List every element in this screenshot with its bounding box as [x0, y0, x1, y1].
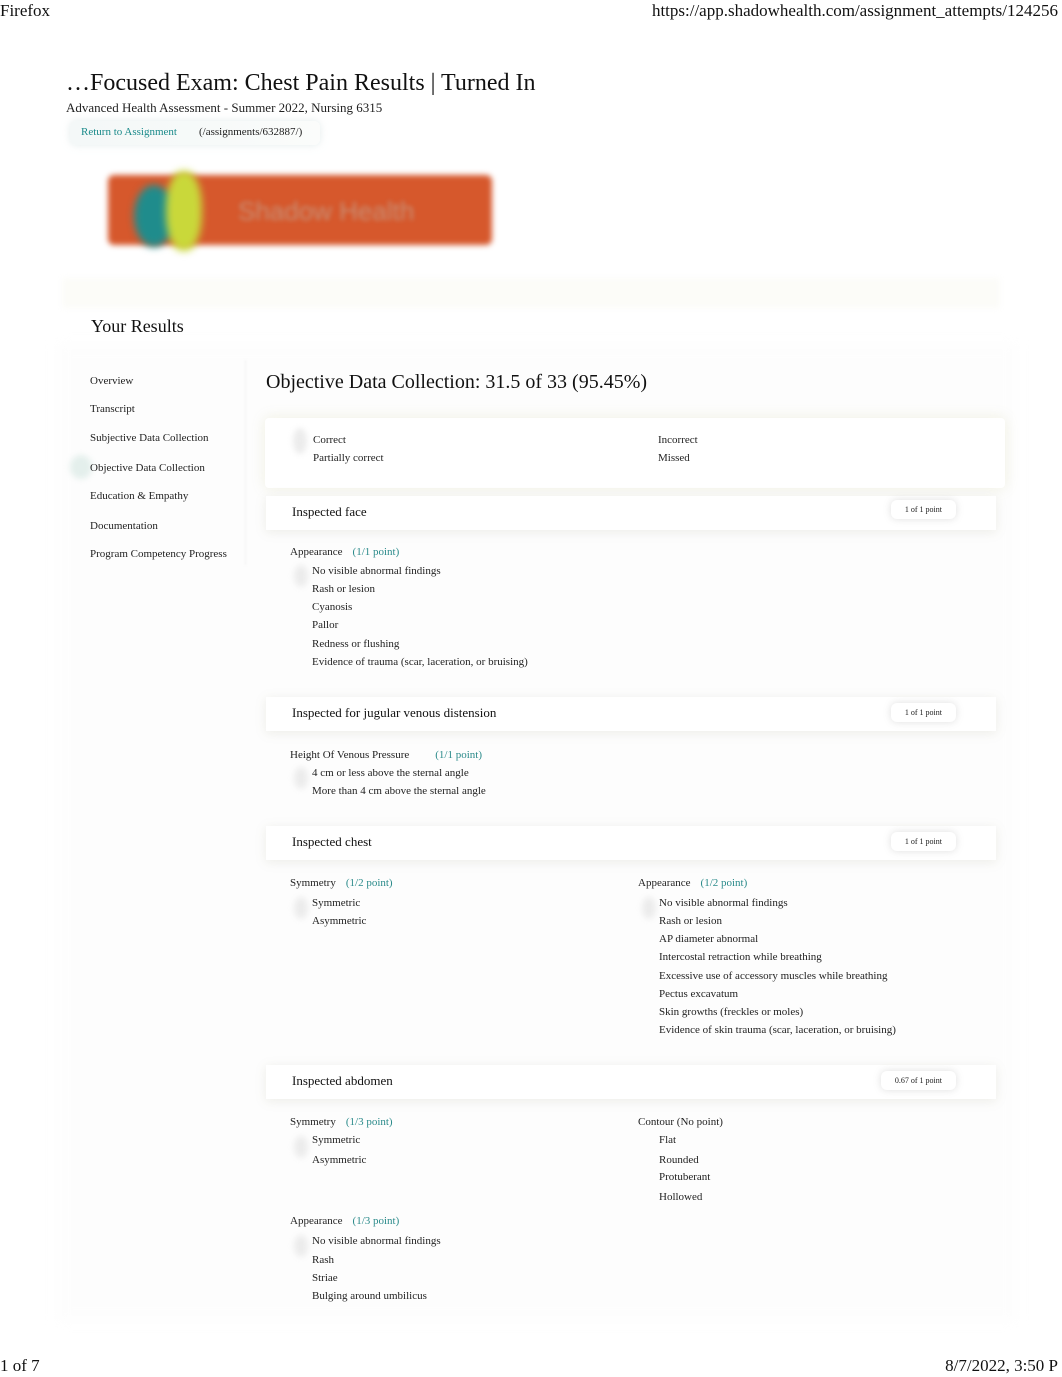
finding-option: Skin growths (freckles or moles) — [659, 1006, 804, 1018]
sidebar-item-subjective-data-collection[interactable]: Subjective Data Collection — [90, 432, 209, 444]
return-bar: Return to Assignment (/assignments/63288… — [70, 121, 320, 145]
finding-option: Rash — [312, 1254, 334, 1266]
section-header: Inspected chest 1 of 1 point — [266, 826, 996, 860]
group-points: (1/2 point) — [345, 877, 393, 889]
finding-option: Symmetric — [312, 897, 361, 909]
finding-option: Pallor — [312, 619, 339, 631]
finding-group-label: Appearance (1/1 point) — [290, 546, 400, 558]
section-title: Inspected chest — [292, 834, 372, 849]
sidebar-item-documentation[interactable]: Documentation — [90, 520, 158, 532]
section-title: Inspected abdomen — [292, 1073, 393, 1088]
finding-group-label: Symmetry (1/2 point) — [290, 877, 393, 889]
finding-option: Asymmetric — [312, 1154, 367, 1166]
finding-group-label: Height Of Venous Pressure (1/1 point) — [290, 749, 483, 761]
finding-option: Intercostal retraction while breathing — [659, 951, 822, 963]
finding-option: No visible abnormal findings — [312, 565, 441, 577]
finding-option: Rash or lesion — [312, 583, 375, 595]
finding-option: Flat — [659, 1134, 677, 1146]
section-title: Inspected face — [292, 504, 367, 519]
section-header: Inspected face 1 of 1 point — [266, 496, 996, 530]
score-badge: 1 of 1 point — [890, 832, 956, 851]
group-points: (1/3 point) — [345, 1116, 393, 1128]
section-header: Inspected abdomen 0.67 of 1 point — [266, 1065, 996, 1099]
finding-option: No visible abnormal findings — [312, 1235, 441, 1247]
print-footer-page: 1 of 7 — [0, 1356, 40, 1375]
score-badge: 0.67 of 1 point — [880, 1071, 956, 1090]
group-points: (1/1 point) — [352, 546, 400, 558]
finding-option: 4 cm or less above the sternal angle — [312, 767, 469, 779]
nav-bar — [62, 278, 1000, 308]
section-score-heading: Objective Data Collection: 31.5 of 33 (9… — [266, 371, 648, 393]
finding-option: Rash or lesion — [659, 915, 722, 927]
selected-marker-icon — [294, 1235, 308, 1257]
finding-option: Striae — [312, 1272, 338, 1284]
finding-option: Symmetric — [312, 1134, 361, 1146]
section-title: Inspected for jugular venous distension — [292, 705, 497, 720]
selected-marker-icon — [294, 1136, 308, 1158]
score-badge: 1 of 1 point — [890, 500, 956, 519]
finding-option: No visible abnormal findings — [659, 897, 788, 909]
legend-missed: Missed — [658, 452, 690, 464]
print-footer-datetime: 8/7/2022, 3:50 P — [945, 1356, 1058, 1375]
finding-option: Hollowed — [659, 1191, 703, 1203]
print-header-url: https://app.shadowhealth.com/assignment_… — [651, 1, 1058, 20]
correct-marker-icon — [293, 428, 307, 454]
finding-option: Evidence of skin trauma (scar, laceratio… — [659, 1024, 896, 1036]
group-points: (1/2 point) — [700, 877, 748, 889]
finding-option: Evidence of trauma (scar, laceration, or… — [312, 656, 528, 668]
legend-correct: Correct — [313, 434, 346, 446]
legend-partially-correct: Partially correct — [313, 452, 384, 464]
sidebar-item-overview[interactable]: Overview — [90, 375, 133, 387]
selected-marker-icon — [294, 767, 308, 789]
course-name: Advanced Health Assessment - Summer 2022… — [66, 100, 383, 115]
finding-option: AP diameter abnormal — [659, 933, 759, 945]
group-points: (1/1 point) — [435, 749, 483, 761]
selected-marker-icon — [642, 897, 656, 919]
finding-option: Protuberant — [659, 1171, 711, 1183]
finding-option: More than 4 cm above the sternal angle — [312, 785, 486, 797]
return-to-assignment-link[interactable]: Return to Assignment — [81, 126, 177, 138]
finding-option: Rounded — [659, 1154, 699, 1166]
results-heading: Your Results — [91, 316, 184, 336]
finding-option: Redness or flushing — [312, 638, 400, 650]
finding-group-label: Appearance (1/3 point) — [290, 1215, 400, 1227]
selected-marker-icon — [294, 897, 308, 919]
sidebar-item-education-empathy[interactable]: Education & Empathy — [90, 490, 188, 502]
legend-incorrect: Incorrect — [658, 434, 698, 446]
logo-mark-icon — [130, 165, 205, 260]
sidebar-divider — [245, 360, 246, 565]
sidebar-item-program-competency-progress[interactable]: Program Competency Progress — [90, 548, 227, 560]
sidebar-item-objective-data-collection[interactable]: Objective Data Collection — [90, 462, 205, 474]
logo-text: Shadow Health — [238, 196, 415, 226]
legend: Correct Partially correct Incorrect Miss… — [265, 418, 1005, 488]
group-points: (1/3 point) — [352, 1215, 400, 1227]
finding-group-label: Symmetry (1/3 point) — [290, 1116, 393, 1128]
finding-option: Asymmetric — [312, 915, 367, 927]
page-title: …Focused Exam: Chest Pain Results | Turn… — [66, 70, 536, 96]
active-indicator — [70, 455, 92, 479]
score-badge: 1 of 1 point — [890, 703, 956, 722]
finding-option: Cyanosis — [312, 601, 353, 613]
finding-option: Excessive use of accessory muscles while… — [659, 970, 888, 982]
print-header-browser: Firefox — [0, 1, 51, 20]
finding-group-label: Contour (No point) — [638, 1116, 723, 1128]
finding-option: Bulging around umbilicus — [312, 1290, 427, 1302]
finding-group-label: Appearance (1/2 point) — [638, 877, 748, 889]
selected-marker-icon — [294, 565, 308, 587]
finding-option: Pectus excavatum — [659, 988, 739, 1000]
section-header: Inspected for jugular venous distension … — [266, 697, 996, 731]
return-path: (/assignments/632887/) — [199, 126, 303, 138]
sidebar-item-transcript[interactable]: Transcript — [90, 403, 135, 415]
